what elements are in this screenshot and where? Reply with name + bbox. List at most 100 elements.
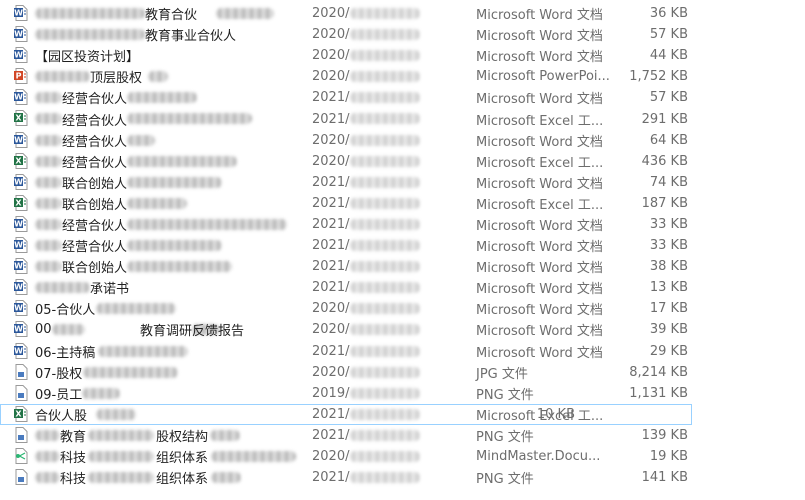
svg-text:W: W — [14, 219, 23, 228]
svg-text:W: W — [14, 262, 23, 271]
file-name[interactable]: 07-股权 — [35, 363, 82, 382]
file-row[interactable]: W 联合创始人 2021/Microsoft Word 文档 38 KB — [0, 256, 805, 277]
svg-text:W: W — [14, 9, 23, 18]
file-name[interactable]: 联合创始人 — [62, 173, 127, 192]
svg-text:W: W — [14, 325, 23, 334]
file-row[interactable]: W 承诺书 2021/Microsoft Word 文档 13 KB — [0, 277, 805, 298]
redacted-name-segment — [83, 366, 178, 378]
file-row[interactable]: P 顶层股权 2020/Microsoft PowerPoi... 1,752 KB — [0, 66, 805, 87]
word-icon: W — [14, 258, 28, 275]
file-row[interactable]: X 经营合伙人 2021/Microsoft Excel 工... 291 KB — [0, 108, 805, 129]
excel-icon: X — [14, 152, 28, 169]
file-row[interactable]: W 【园区投资计划】 2020/Microsoft Word 文档 44 KB — [0, 45, 805, 66]
file-size: 141 KB — [641, 470, 688, 486]
file-name[interactable]: 承诺书 — [90, 278, 129, 297]
file-row[interactable]: W 经营合伙人 2020/Microsoft Word 文档 64 KB — [0, 130, 805, 151]
file-row[interactable]: W 00 教育调研反馈报告 2020/Microsoft Word 文档 39 KB — [0, 319, 805, 340]
svg-text:W: W — [14, 283, 23, 292]
word-icon: W — [14, 5, 28, 21]
word-icon: W — [14, 237, 28, 254]
redacted-name-segment — [210, 429, 240, 441]
file-name[interactable]: 合伙人股 — [35, 405, 87, 424]
file-row[interactable]: 09-员工 2019/PNG 文件 1,131 KB — [0, 383, 805, 404]
redacted-date-segment — [350, 408, 420, 420]
file-row[interactable]: X 经营合伙人 2020/Microsoft Excel 工... 436 KB — [0, 151, 805, 172]
file-name[interactable]: 科技 — [60, 468, 86, 487]
redacted-name-segment — [96, 303, 176, 315]
redacted-name-segment — [35, 261, 62, 273]
date-modified: 2021/ — [312, 280, 350, 296]
file-name[interactable]: 00 — [35, 322, 52, 337]
file-row[interactable]: W 教育事业合伙人 2020/Microsoft Word 文档 57 KB — [0, 24, 805, 45]
file-size: 10 KB — [536, 406, 575, 422]
file-size: 291 KB — [641, 111, 688, 127]
svg-text:W: W — [14, 93, 23, 102]
file-size: 29 KB — [649, 343, 688, 359]
file-type: Microsoft Word 文档 — [476, 134, 603, 150]
file-name[interactable]: 经营合伙人 — [62, 152, 127, 171]
file-name[interactable]: 教育合伙 — [145, 4, 197, 23]
file-list: W 教育合伙 2020/Microsoft Word 文档 36 KB W 教育事业合伙人… — [0, 0, 805, 500]
redacted-name-segment — [35, 472, 60, 484]
word-icon: W — [14, 321, 28, 338]
redacted-date-segment — [350, 324, 420, 336]
redacted-name-segment — [127, 240, 222, 252]
file-row[interactable]: W 05-合伙人 2020/Microsoft Word 文档 17 KB — [0, 298, 805, 319]
file-row[interactable]: W 经营合伙人 2021/Microsoft Word 文档 33 KB — [0, 235, 805, 256]
file-row[interactable]: 07-股权 2020/JPG 文件 8,214 KB — [0, 362, 805, 383]
date-modified: 2020/ — [312, 322, 350, 338]
file-size: 36 KB — [649, 6, 688, 22]
file-size: 13 KB — [649, 280, 688, 296]
file-type: Microsoft Word 文档 — [476, 324, 603, 340]
file-row[interactable]: W 经营合伙人 2021/Microsoft Word 文档 33 KB — [0, 214, 805, 235]
file-row[interactable]: 科技 组织体系 2020/MindMaster.Docu... 19 KB — [0, 446, 805, 467]
file-name[interactable]: 经营合伙人 — [62, 215, 127, 234]
file-name[interactable]: 05-合伙人 — [35, 299, 95, 318]
svg-text:X: X — [15, 114, 22, 123]
file-name[interactable]: 经营合伙人 — [62, 236, 127, 255]
file-name[interactable]: 联合创始人 — [62, 194, 127, 213]
redacted-date-segment — [350, 134, 420, 146]
redacted-name-segment — [35, 29, 145, 41]
image-file-icon — [15, 426, 28, 443]
file-row[interactable]: W 联合创始人 2021/Microsoft Word 文档 74 KB — [0, 172, 805, 193]
redacted-date-segment — [350, 8, 420, 19]
redacted-name-segment — [127, 218, 287, 230]
file-row[interactable]: X 合伙人股 2021/Microsoft Excel 工... 10 KB — [0, 403, 692, 425]
file-row[interactable]: W 教育合伙 2020/Microsoft Word 文档 36 KB — [0, 3, 805, 24]
date-modified: 2021/ — [312, 259, 350, 275]
file-name[interactable]: 联合创始人 — [62, 257, 127, 276]
file-row[interactable]: 教育 股权结构 2021/PNG 文件 139 KB — [0, 425, 805, 446]
file-name-suffix: 教育调研反馈报告 — [140, 324, 245, 340]
file-name[interactable]: 科技 — [60, 447, 86, 466]
file-size: 57 KB — [649, 90, 688, 106]
mindmaster-icon — [15, 447, 28, 464]
redacted-date-segment — [350, 429, 420, 441]
file-name[interactable]: 经营合伙人 — [62, 110, 127, 129]
redacted-date-segment — [350, 387, 420, 399]
svg-text:W: W — [14, 241, 23, 250]
file-row[interactable]: W 06-主持稿 2021/Microsoft Word 文档 29 KB — [0, 341, 805, 362]
redacted-date-segment — [350, 303, 420, 315]
file-name[interactable]: 06-主持稿 — [35, 342, 95, 361]
file-row[interactable]: W 经营合伙人 2021/Microsoft Word 文档 57 KB — [0, 87, 805, 108]
file-name[interactable]: 09-员工 — [35, 384, 82, 403]
file-name[interactable]: 经营合伙人 — [62, 88, 127, 107]
file-name[interactable]: 教育 — [60, 426, 86, 445]
redacted-date-segment — [350, 197, 420, 209]
svg-text:W: W — [14, 30, 23, 39]
file-row[interactable]: X 联合创始人 2021/Microsoft Excel 工... 187 KB — [0, 193, 805, 214]
file-name[interactable]: 【园区投资计划】 — [35, 46, 139, 65]
redacted-date-segment — [350, 113, 420, 125]
file-name[interactable]: 教育事业合伙人 — [145, 25, 236, 44]
file-type: PNG 文件 — [476, 387, 534, 403]
redacted-name-segment — [216, 8, 274, 19]
file-row[interactable]: 科技 组织体系 2021/PNG 文件 141 KB — [0, 467, 805, 488]
redacted-name-segment — [82, 387, 120, 399]
file-name[interactable]: 经营合伙人 — [62, 131, 127, 150]
file-name[interactable]: 顶层股权 — [90, 67, 142, 86]
svg-text:X: X — [15, 409, 22, 418]
redacted-name-segment — [35, 282, 90, 294]
date-modified: 2021/ — [312, 238, 350, 254]
redacted-date-segment — [350, 366, 420, 378]
